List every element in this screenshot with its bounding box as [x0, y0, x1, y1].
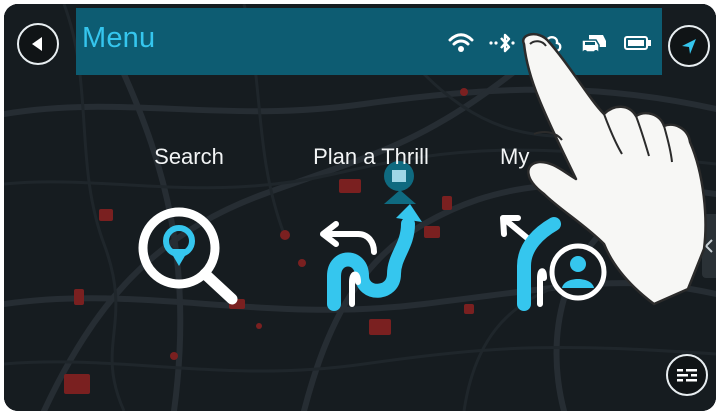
menu-item-label: My: [500, 144, 530, 169]
back-button[interactable]: [17, 23, 59, 65]
cloud-icon: [531, 32, 563, 54]
winding-road-icon: [320, 204, 422, 311]
my-routes-icon: [500, 215, 607, 311]
back-arrow-icon: [32, 37, 42, 51]
current-location-button[interactable]: [668, 25, 710, 67]
quick-settings-button[interactable]: [666, 354, 708, 396]
battery-icon: [624, 32, 652, 54]
wifi-icon: [448, 32, 474, 54]
navigation-arrow-icon: [682, 39, 696, 54]
menu-item-label: Search: [154, 144, 224, 169]
bluetooth-icon: [488, 32, 518, 54]
menu-item-label: Plan a Thrill: [313, 144, 429, 169]
chevron-left-icon: [704, 239, 713, 253]
header-bar: Menu: [76, 8, 662, 75]
side-panel-tab[interactable]: [702, 214, 716, 278]
sliders-icon: [677, 369, 697, 382]
search-icon: [138, 207, 238, 305]
device-screen: Menu Search Plan a Thrill My: [4, 4, 716, 411]
traffic-icon: [579, 32, 609, 54]
page-title: Menu: [82, 22, 156, 54]
